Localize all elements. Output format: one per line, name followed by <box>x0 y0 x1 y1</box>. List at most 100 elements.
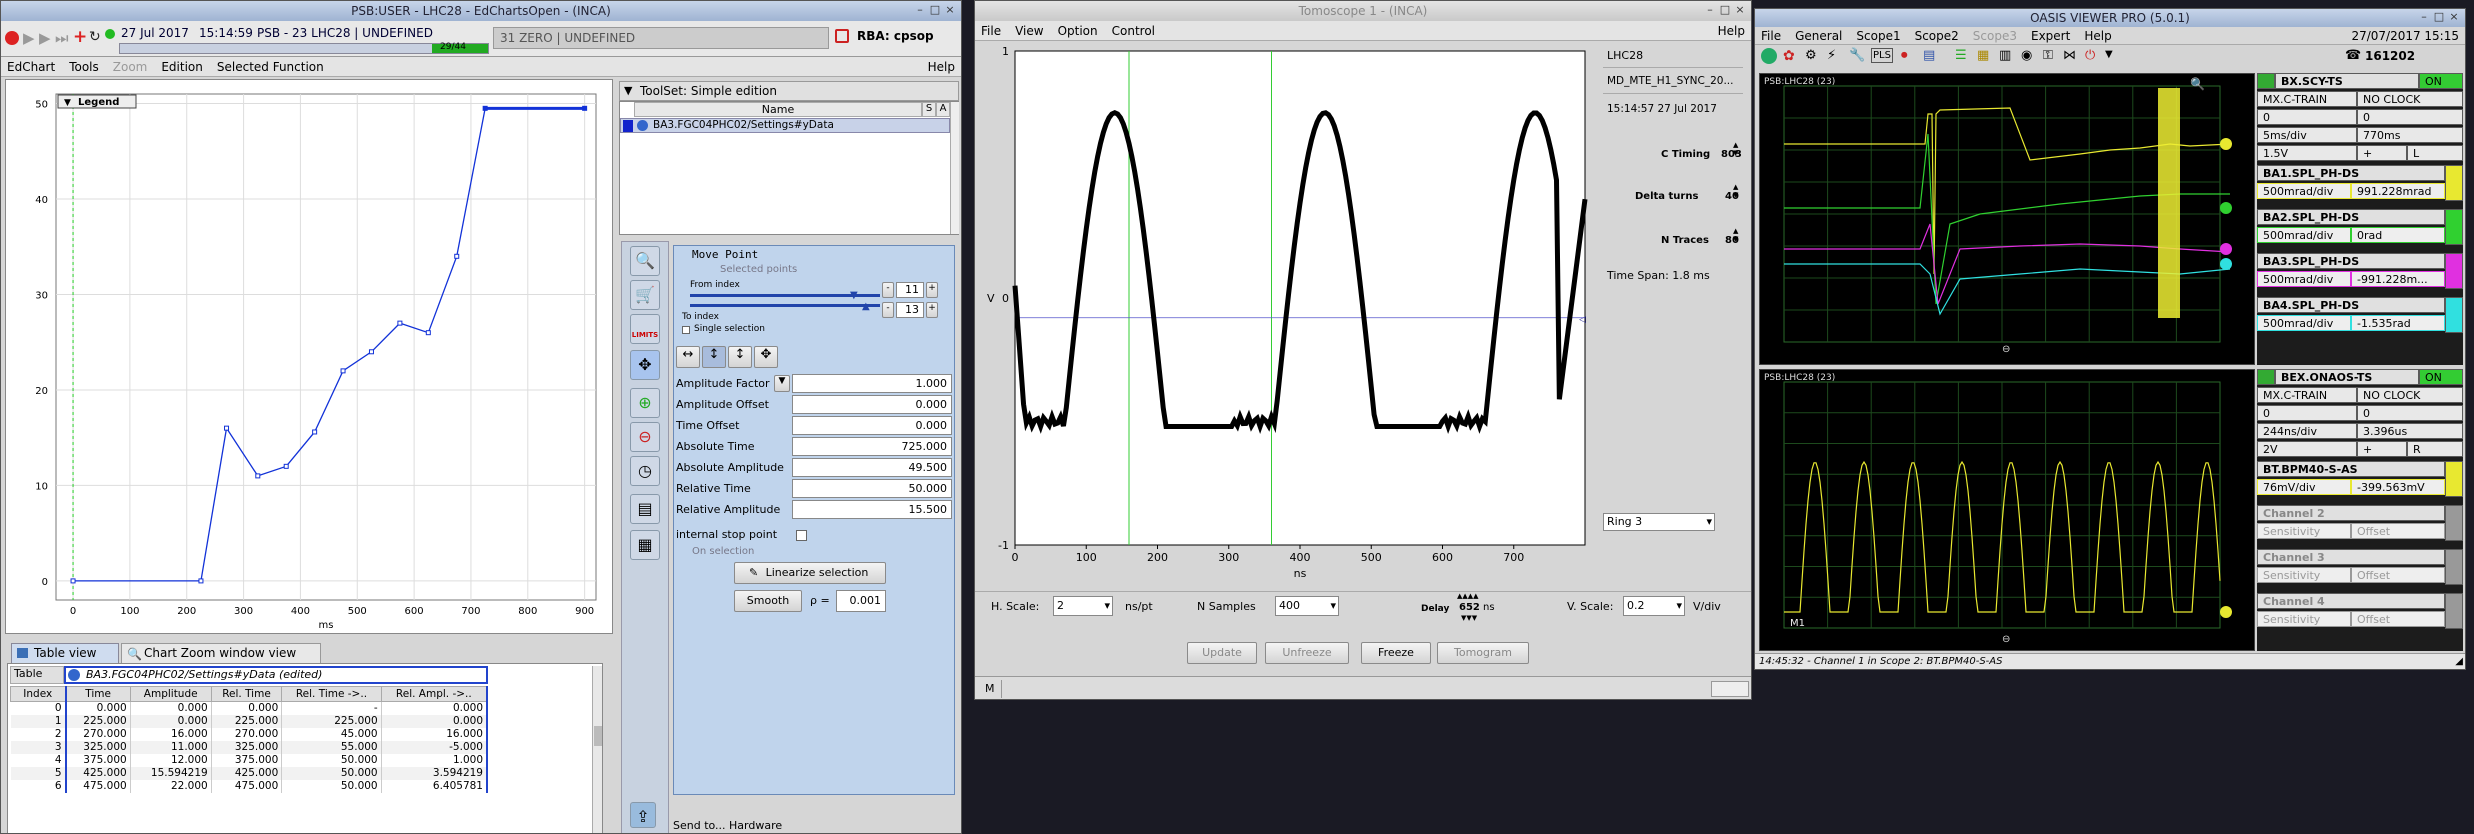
move-tool-icon[interactable]: ✥ <box>630 350 660 380</box>
remove-point-icon[interactable]: ⊖ <box>630 422 660 452</box>
table-cell[interactable]: 0.000 <box>381 701 488 715</box>
data-point[interactable] <box>454 253 460 259</box>
menu-expert[interactable]: Expert <box>2031 29 2070 43</box>
from-spin-up[interactable]: + <box>926 282 938 298</box>
zero-field[interactable]: 0 <box>2257 405 2357 421</box>
table-cell[interactable]: 15.594219 <box>130 766 212 780</box>
col-rel-time-delta[interactable]: Rel. Time ->.. <box>281 686 382 702</box>
menu-help[interactable]: Help <box>2084 29 2111 43</box>
channel-offset[interactable]: -1.535rad <box>2351 315 2445 331</box>
channel-marker-icon[interactable] <box>2220 258 2232 270</box>
from-index-field[interactable]: 11 <box>896 282 924 298</box>
time-div[interactable]: 5ms/div <box>2257 127 2357 143</box>
table-cell[interactable]: 16.000 <box>130 727 212 741</box>
nsamples-select[interactable]: 400 <box>1275 596 1339 616</box>
wifi-icon[interactable]: ◉ <box>2021 48 2032 63</box>
table-cell[interactable]: 50.000 <box>281 753 382 767</box>
table-cell[interactable]: 12.000 <box>130 753 212 767</box>
baseline-handle-icon[interactable]: ◁ <box>1579 315 1586 325</box>
toolset-col-s[interactable]: S <box>922 102 936 117</box>
channel-name[interactable]: BT.BPM40-S-AS <box>2257 461 2445 477</box>
channel-sensitivity[interactable]: 500mrad/div <box>2257 315 2351 331</box>
send-hardware-label[interactable]: Send to... Hardware <box>673 819 782 832</box>
document-tool-icon[interactable]: ▤ <box>630 494 660 524</box>
channel-name[interactable]: BA4.SPL_PH-DS <box>2257 297 2445 313</box>
bars-icon[interactable]: ☰ <box>1955 48 1967 63</box>
linearize-button[interactable]: ✎ Linearize selection <box>734 562 886 584</box>
move-vertical2-icon[interactable]: ↕ <box>728 346 752 368</box>
table-cell[interactable]: - <box>281 701 382 715</box>
menu-help[interactable]: Help <box>1718 24 1745 38</box>
to-slider-thumb[interactable]: ▲ <box>862 301 870 312</box>
property-field[interactable]: 0.000 <box>792 416 952 435</box>
pls-icon[interactable]: PLS <box>1871 48 1893 63</box>
table-cell[interactable]: 225.000 <box>211 714 283 728</box>
table-cell[interactable]: 3 <box>10 740 66 754</box>
table-row[interactable]: 1 225.000 0.000 225.000 225.000 0.000 <box>10 714 488 728</box>
chart-icon[interactable]: ▦ <box>1977 48 1989 63</box>
table-cell[interactable]: 11.000 <box>130 740 212 754</box>
tomogram-button[interactable]: Tomogram <box>1437 642 1529 664</box>
source-name[interactable]: BX.SCY-TS <box>2275 73 2419 89</box>
channel-sensitivity[interactable]: 76mV/div <box>2257 479 2351 495</box>
clock-tool-icon[interactable]: ◷ <box>630 456 660 486</box>
table-cell[interactable]: 225.000 <box>281 714 382 728</box>
to-index-field[interactable]: 13 <box>896 302 924 318</box>
property-field[interactable]: 725.000 <box>792 437 952 456</box>
grid-icon[interactable]: ▥ <box>1999 48 2011 63</box>
table-cell[interactable]: 375.000 <box>211 753 283 767</box>
play-icon[interactable]: ▶ <box>23 29 35 47</box>
rba-icon[interactable] <box>835 29 849 43</box>
table-vscroll-thumb[interactable] <box>594 726 602 746</box>
network-icon[interactable]: ✿ <box>1783 48 1795 64</box>
channel-name[interactable]: BA3.SPL_PH-DS <box>2257 253 2445 269</box>
spin-arrows[interactable]: ▲ ▼ <box>1733 141 1738 157</box>
rho-field[interactable]: 0.001 <box>836 590 886 612</box>
channel-name[interactable]: Channel 4 <box>2257 593 2445 609</box>
zero-field[interactable]: 0 <box>2257 109 2357 125</box>
globe-icon[interactable] <box>1761 48 1777 64</box>
trigger-marker-icon[interactable]: ⊖ <box>2002 634 2010 645</box>
key-icon[interactable]: ⚿ <box>2043 48 2053 63</box>
layout-icon[interactable]: ▤ <box>1923 48 1935 63</box>
move-free-icon[interactable]: ✥ <box>754 346 778 368</box>
col-rel-time[interactable]: Rel. Time <box>210 686 283 702</box>
resize-grip-icon[interactable] <box>1711 681 1749 697</box>
channel-name[interactable]: Channel 2 <box>2257 505 2445 521</box>
send-hardware-icon[interactable]: ⇪ <box>630 802 656 828</box>
menu-control[interactable]: Control <box>1112 24 1155 38</box>
table-cell[interactable]: 270.000 <box>64 727 131 741</box>
to-spin-up[interactable]: + <box>926 302 938 318</box>
unfreeze-button[interactable]: Unfreeze <box>1265 642 1349 664</box>
table-cell[interactable]: 325.000 <box>211 740 283 754</box>
stop-icon[interactable] <box>5 31 19 45</box>
table-cell[interactable]: 475.000 <box>211 779 283 793</box>
scope1-svg[interactable]: PSB:LHC28 (23) ⊖ 🔍 <box>1760 74 2256 366</box>
tomoscope-svg[interactable]: 0 100 200 300 400 500 600 70010-1Vns◁ <box>975 41 1595 591</box>
channel-sensitivity[interactable]: Sensitivity <box>2257 523 2351 539</box>
channel-marker-icon[interactable] <box>2220 243 2232 255</box>
limits-tool-icon[interactable]: LIMITS <box>630 314 660 344</box>
toolset-col-a[interactable]: A <box>936 102 950 117</box>
maximize-icon[interactable]: □ <box>928 3 942 17</box>
table-cell[interactable]: 425.000 <box>64 766 131 780</box>
to-index-slider[interactable] <box>690 304 880 307</box>
step-icon[interactable]: ▶ <box>39 29 51 47</box>
tomoscope-plot-area[interactable]: 0 100 200 300 400 500 600 700 1 0 -1 Vns ◁ <box>975 41 1595 591</box>
delay-arrows[interactable]: ▼▼▼ <box>1461 614 1477 622</box>
trigger-level[interactable]: 1.5V <box>2257 145 2357 161</box>
edchart-svg[interactable]: 0 100 200 300 400 500 600 700 800 900 0 10 20 30 40 50 m… <box>6 80 612 633</box>
channel-sensitivity[interactable]: Sensitivity <box>2257 611 2351 627</box>
settings-data-table[interactable]: Index Time Amplitude Rel. Time Rel. Time… <box>10 686 488 793</box>
wrench-icon[interactable]: 🔧 <box>1849 48 1865 63</box>
table-cell[interactable]: 425.000 <box>211 766 283 780</box>
table-cell[interactable]: 55.000 <box>281 740 382 754</box>
property-field[interactable]: 0.000 <box>792 395 952 414</box>
tools-icon[interactable]: ⚙ <box>1805 48 1817 63</box>
chevron-down-icon[interactable]: ▼ <box>624 82 632 100</box>
col-time[interactable]: Time <box>64 686 131 702</box>
table-cell[interactable]: 0 <box>10 701 66 715</box>
zero-field[interactable]: 0 <box>2357 405 2463 421</box>
channel-name[interactable]: BA1.SPL_PH-DS <box>2257 165 2445 181</box>
menu-tools[interactable]: Tools <box>69 60 99 74</box>
